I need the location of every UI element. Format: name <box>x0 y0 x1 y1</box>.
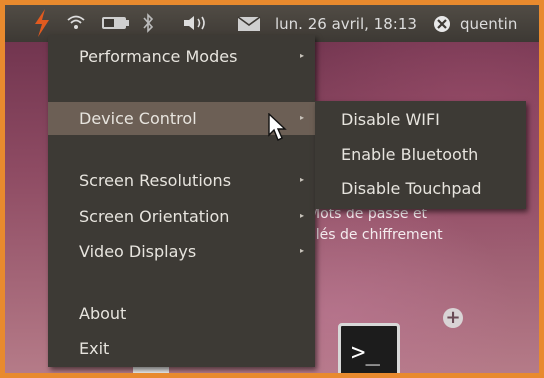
wifi-icon[interactable] <box>66 13 86 35</box>
submenu-item-label: Disable WIFI <box>341 110 440 129</box>
bluetooth-icon[interactable] <box>142 13 154 37</box>
submenu-arrow-icon: ▸ <box>300 175 305 184</box>
indicator-menu: Performance Modes ▸ Device Control ▸ Scr… <box>48 35 315 367</box>
terminal-prompt: >_ <box>351 338 380 366</box>
screen-frame: Mots de passe et clés de chiffrement >_ … <box>5 5 539 373</box>
submenu-arrow-icon: ▸ <box>300 211 305 220</box>
submenu-arrow-icon: ▸ <box>300 113 305 122</box>
user-status-icon[interactable] <box>433 15 451 37</box>
device-control-submenu: Disable WIFI Enable Bluetooth Disable To… <box>315 101 526 209</box>
menu-item-screen-orientation[interactable]: Screen Orientation ▸ <box>48 200 315 233</box>
menu-item-performance-modes[interactable]: Performance Modes ▸ <box>48 40 315 73</box>
submenu-item-enable-bluetooth[interactable]: Enable Bluetooth <box>315 139 526 172</box>
menu-item-label: Performance Modes <box>79 47 238 66</box>
desktop-label-line2: clés de chiffrement <box>308 227 443 243</box>
menu-item-label: Device Control <box>79 109 197 128</box>
submenu-item-disable-wifi[interactable]: Disable WIFI <box>315 104 526 137</box>
menu-item-label: About <box>79 304 127 323</box>
menu-item-label: Video Displays <box>79 242 197 261</box>
submenu-arrow-icon: ▸ <box>300 51 305 60</box>
mouse-pointer-icon <box>268 112 290 147</box>
menu-item-exit[interactable]: Exit <box>48 332 315 365</box>
volume-icon[interactable] <box>183 15 209 35</box>
submenu-arrow-icon: ▸ <box>300 246 305 255</box>
mail-icon[interactable] <box>237 16 261 36</box>
menu-item-screen-resolutions[interactable]: Screen Resolutions ▸ <box>48 164 315 197</box>
battery-icon[interactable] <box>101 16 131 34</box>
submenu-item-label: Disable Touchpad <box>341 179 482 198</box>
terminal-icon[interactable]: >_ <box>338 323 400 373</box>
add-icon[interactable]: + <box>443 308 463 328</box>
submenu-item-disable-touchpad[interactable]: Disable Touchpad <box>315 173 526 206</box>
clock[interactable]: lun. 26 avril, 18:13 <box>275 15 417 33</box>
menu-item-video-displays[interactable]: Video Displays ▸ <box>48 235 315 268</box>
menu-item-about[interactable]: About <box>48 297 315 330</box>
menu-item-label: Screen Resolutions <box>79 171 232 190</box>
submenu-item-label: Enable Bluetooth <box>341 145 479 164</box>
menu-item-label: Screen Orientation <box>79 207 230 226</box>
menu-item-label: Exit <box>79 339 110 358</box>
user-name[interactable]: quentin <box>460 15 517 33</box>
